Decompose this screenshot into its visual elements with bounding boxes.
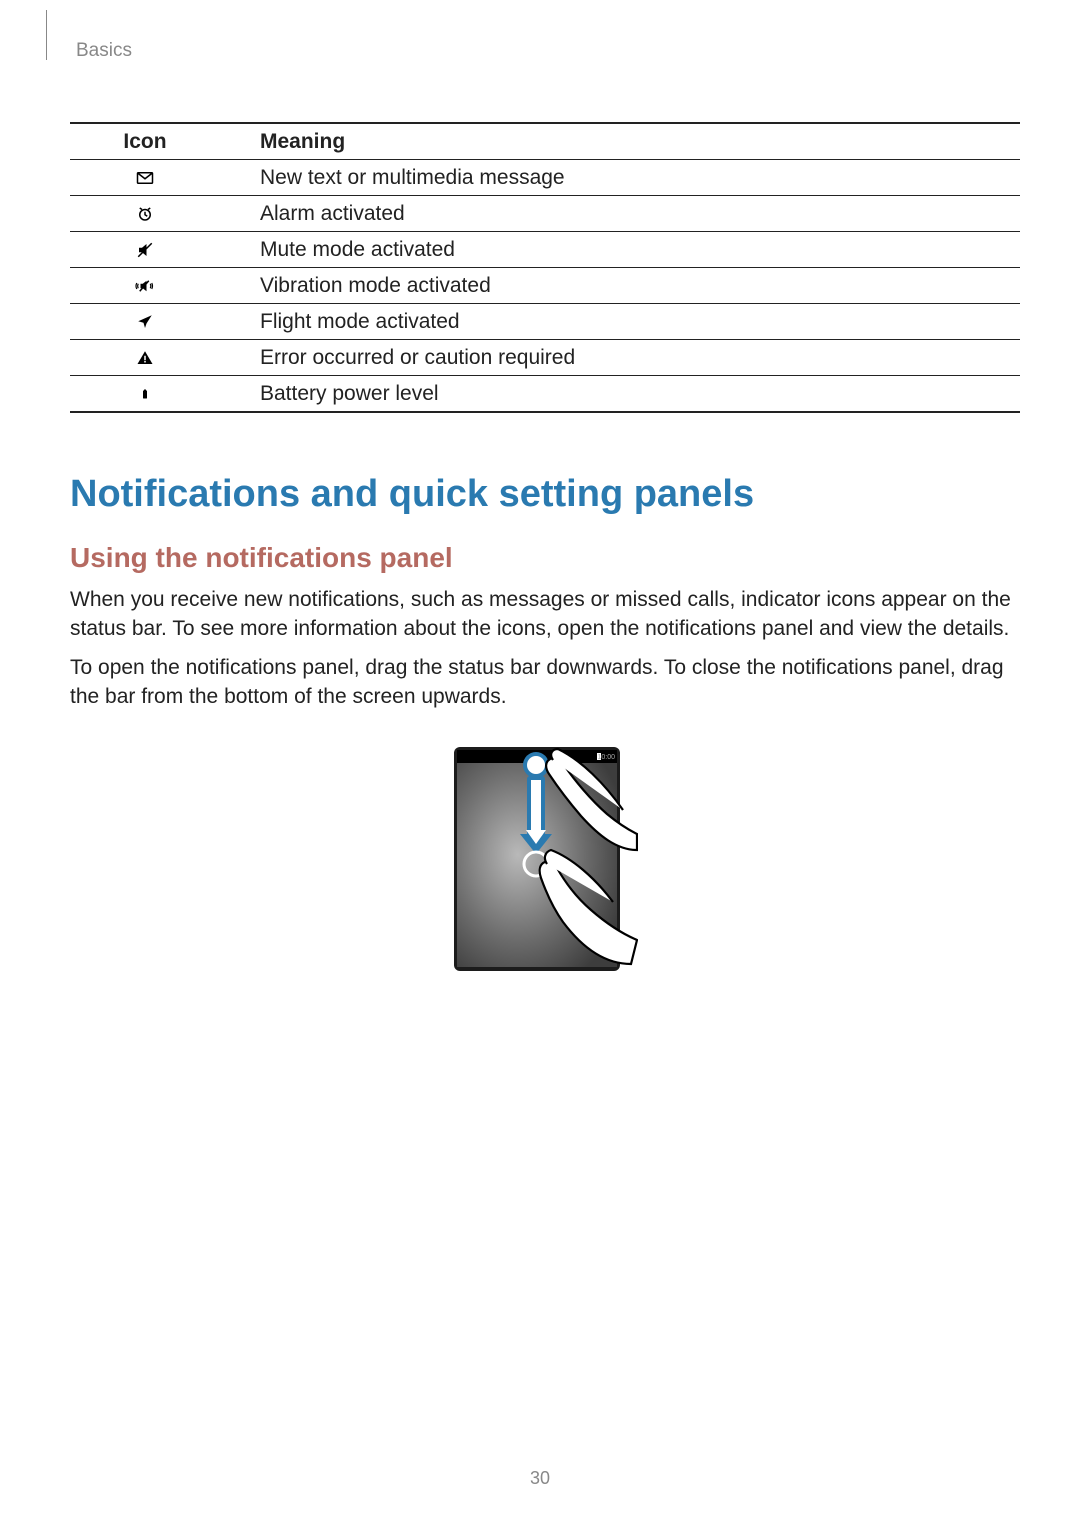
table-row: Vibration mode activated: [70, 268, 1020, 304]
table-header-icon: Icon: [70, 123, 230, 160]
statusbar-time: 10:00: [597, 754, 615, 761]
table-row: Alarm activated: [70, 196, 1020, 232]
icon-meaning-table: Icon Meaning New text or multimedia mess…: [70, 122, 1020, 413]
table-cell-meaning: Battery power level: [230, 376, 1020, 413]
table-row: Error occurred or caution required: [70, 340, 1020, 376]
alarm-icon: [136, 203, 154, 224]
table-header-meaning: Meaning: [230, 123, 1020, 160]
table-row: Battery power level: [70, 376, 1020, 413]
crop-mark: [46, 10, 65, 60]
table-cell-meaning: Mute mode activated: [230, 232, 1020, 268]
warning-icon: [136, 347, 154, 368]
vibration-icon: [134, 275, 156, 296]
body-paragraph: To open the notifications panel, drag th…: [70, 654, 1020, 712]
table-header-row: Icon Meaning: [70, 123, 1020, 160]
table-cell-meaning: Flight mode activated: [230, 304, 1020, 340]
table-cell-meaning: Vibration mode activated: [230, 268, 1020, 304]
table-row: Flight mode activated: [70, 304, 1020, 340]
section-title: Notifications and quick setting panels: [70, 473, 1020, 516]
breadcrumb: Basics: [76, 40, 1020, 62]
airplane-icon: [136, 311, 154, 332]
table-cell-meaning: New text or multimedia message: [230, 160, 1020, 196]
table-cell-meaning: Alarm activated: [230, 196, 1020, 232]
page-number: 30: [0, 1468, 1080, 1489]
table-row: New text or multimedia message: [70, 160, 1020, 196]
body-paragraph: When you receive new notifications, such…: [70, 586, 1020, 644]
swipe-down-illustration: 10:00: [70, 746, 1020, 977]
table-row: Mute mode activated: [70, 232, 1020, 268]
message-icon: [136, 167, 154, 188]
mute-icon: [136, 239, 154, 260]
battery-icon: [139, 383, 151, 404]
table-cell-meaning: Error occurred or caution required: [230, 340, 1020, 376]
subsection-title: Using the notifications panel: [70, 542, 1020, 574]
